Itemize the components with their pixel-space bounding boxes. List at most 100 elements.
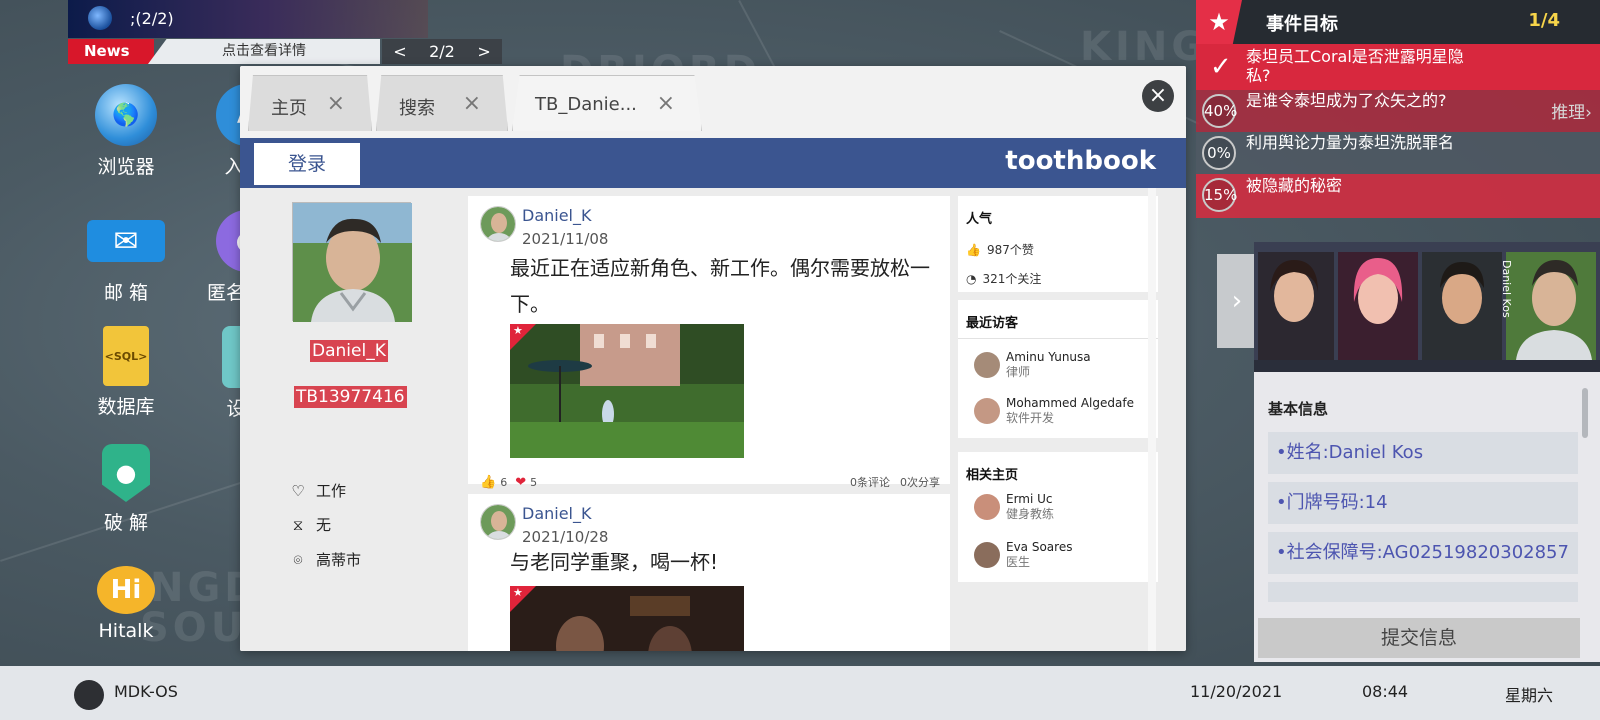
post-card: Daniel_K 2021/11/08 最近正在适应新角色、新工作。偶尔需要放松…	[468, 196, 950, 490]
desktop-icon-browser[interactable]: 🌎 浏览器	[76, 84, 176, 179]
heart-icon[interactable]: ❤	[515, 475, 526, 490]
check-icon: ✓	[1210, 52, 1232, 82]
tab-search[interactable]: 搜索 ×	[376, 75, 508, 131]
objective-text: 泰坦员工Coral是否泄露明星隐私?	[1246, 47, 1464, 85]
post-image[interactable]: ★	[510, 586, 744, 651]
objective-text: 被隐藏的秘密	[1246, 176, 1343, 195]
post-image[interactable]: ★	[510, 324, 744, 458]
post-author-avatar	[480, 504, 516, 540]
desktop-icon-label: 浏览器	[97, 156, 155, 178]
related-item[interactable]: Ermi Uc 健身教练	[974, 492, 1054, 522]
desktop-icon-hitalk[interactable]: Hi Hitalk	[76, 566, 176, 642]
objective-item[interactable]: ✓ 泰坦员工Coral是否泄露明星隐私?	[1196, 44, 1600, 90]
os-logo-icon[interactable]	[74, 680, 104, 710]
post-author[interactable]: Daniel_K	[522, 504, 592, 523]
desktop-icon-settings[interactable]: 设	[186, 326, 246, 421]
featured-star-icon: ★	[510, 586, 536, 612]
desktop-icon-anon[interactable]: ● 匿名	[186, 210, 246, 305]
news-tag: News	[68, 39, 154, 64]
news-header: ;(2/2)	[68, 0, 428, 38]
avatar	[974, 398, 1000, 424]
tab-close-icon[interactable]: ×	[463, 91, 481, 116]
visitor-role: 软件开发	[1006, 411, 1055, 425]
news-prev-button[interactable]: <	[393, 42, 406, 61]
tab-bar: 主页 × 搜索 × TB_Danie... × ×	[240, 66, 1186, 136]
profile-avatar	[292, 202, 412, 322]
mail-icon: ✉	[87, 220, 165, 262]
infer-button[interactable]: 推理›	[1551, 98, 1592, 123]
share-count[interactable]: 0次分享	[900, 474, 940, 490]
objective-item[interactable]: 40% 是谁令泰坦成为了众矢之的?	[1196, 90, 1600, 132]
news-next-button[interactable]: >	[477, 42, 490, 61]
desktop-icon-partial[interactable]: Λ 入	[186, 84, 246, 179]
comment-count[interactable]: 0条评论	[850, 474, 890, 490]
post-feed[interactable]: Daniel_K 2021/11/08 最近正在适应新角色、新工作。偶尔需要放松…	[468, 188, 950, 651]
post-author-avatar	[480, 206, 516, 242]
post-date: 2021/11/08	[522, 230, 609, 248]
info-field-ssn[interactable]: •社会保障号:AG02519820302857	[1268, 532, 1578, 574]
desktop-icon-crack[interactable]: ● 破 解	[76, 444, 176, 535]
post-card: Daniel_K 2021/10/28 与老同学重聚，喝一杯! ★	[468, 494, 950, 651]
heart-outline-icon: ♡	[291, 481, 305, 500]
recent-visitors-card: 最近访客 Aminu Yunusa 律师 Mohammed Algedafe 软…	[958, 300, 1158, 438]
heart-count: 5	[530, 475, 538, 489]
visitor-name: Aminu Yunusa	[1006, 350, 1091, 364]
desktop-icon-label: 数据库	[97, 396, 155, 418]
post-stats: 👍 6 ❤ 5 0条评论 0次分享	[480, 474, 940, 490]
visitor-role: 律师	[1006, 365, 1031, 379]
rss-icon: ◔	[966, 271, 977, 286]
profile-city-row: ⌾ 高蒂市	[290, 549, 361, 570]
news-pager: < 2/2 >	[382, 39, 502, 64]
desktop-icon-database[interactable]: <SQL> 数据库	[76, 326, 176, 419]
info-field-partial[interactable]	[1268, 582, 1578, 602]
related-item[interactable]: Eva Soares 医生	[974, 540, 1072, 570]
panel-toggle-button[interactable]: ›	[1217, 254, 1257, 348]
total-follows: 321个关注	[982, 272, 1042, 286]
star-icon: ★	[1196, 0, 1242, 44]
news-bar[interactable]: News 点击查看详情 < 2/2 >	[68, 39, 502, 64]
post-text: 与老同学重聚，喝一杯!	[510, 550, 719, 574]
panel-scrollbar[interactable]	[1582, 388, 1588, 438]
desktop-icon-mail[interactable]: ✉ 邮 箱	[76, 210, 176, 305]
objective-item[interactable]: 0% 利用舆论力量为泰坦洗脱罪名	[1196, 132, 1600, 174]
location-icon: ⌾	[293, 550, 303, 569]
globe-icon	[88, 6, 112, 30]
page-scrollbar[interactable]	[1148, 188, 1156, 651]
profile-city: 高蒂市	[316, 551, 362, 569]
info-field-house-number[interactable]: •门牌号码:14	[1268, 482, 1578, 524]
visitor-item[interactable]: Mohammed Algedafe 软件开发	[974, 396, 1134, 426]
tab-label: TB_Danie...	[535, 94, 637, 115]
objective-progress: 40%	[1202, 94, 1237, 128]
objectives-title: 事件目标	[1266, 14, 1338, 35]
profile-right-column: 人气 👍 987个赞 ◔ 321个关注 最近访客 Aminu Yunusa 律师	[958, 188, 1166, 651]
site-header: 登录 toothbook	[240, 138, 1186, 188]
profile-job: 工作	[316, 482, 347, 500]
post-author[interactable]: Daniel_K	[522, 206, 592, 225]
window-close-button[interactable]: ×	[1142, 80, 1174, 112]
tab-close-icon[interactable]: ×	[657, 91, 675, 116]
tab-close-icon[interactable]: ×	[327, 91, 345, 116]
objective-progress: 0%	[1202, 136, 1236, 170]
thumbs-up-icon: 👍	[966, 242, 981, 257]
desktop-icon-label: 邮 箱	[103, 282, 149, 304]
visitor-item[interactable]: Aminu Yunusa 律师	[974, 350, 1091, 380]
profile-job-row: ♡ 工作	[290, 480, 346, 501]
objective-progress: 15%	[1202, 178, 1237, 212]
tab-home[interactable]: 主页 ×	[248, 75, 372, 131]
objective-item[interactable]: 15% 被隐藏的秘密	[1196, 174, 1600, 218]
character-portrait-strip[interactable]: Daniel Kos	[1254, 242, 1600, 372]
info-field-name[interactable]: •姓名:Daniel Kos	[1268, 432, 1578, 474]
login-button[interactable]: 登录	[254, 143, 360, 185]
browser-window: 主页 × 搜索 × TB_Danie... × × 登录 toothbook D…	[240, 66, 1186, 651]
related-role: 医生	[1006, 555, 1031, 569]
like-icon[interactable]: 👍	[480, 475, 496, 490]
news-details-link[interactable]: 点击查看详情	[148, 39, 380, 64]
taskbar-time: 08:44	[1362, 682, 1409, 701]
likes-line: 👍 987个赞	[958, 241, 1158, 258]
avatar	[974, 494, 1000, 520]
related-name: Ermi Uc	[1006, 492, 1053, 506]
taskbar-date: 11/20/2021	[1190, 682, 1283, 701]
profile-sidebar: Daniel_K TB13977416 ♡ 工作 ⧖ 无 ⌾ 高蒂市	[240, 188, 458, 651]
submit-info-button[interactable]: 提交信息	[1258, 618, 1580, 658]
tab-profile[interactable]: TB_Danie... ×	[512, 75, 702, 131]
